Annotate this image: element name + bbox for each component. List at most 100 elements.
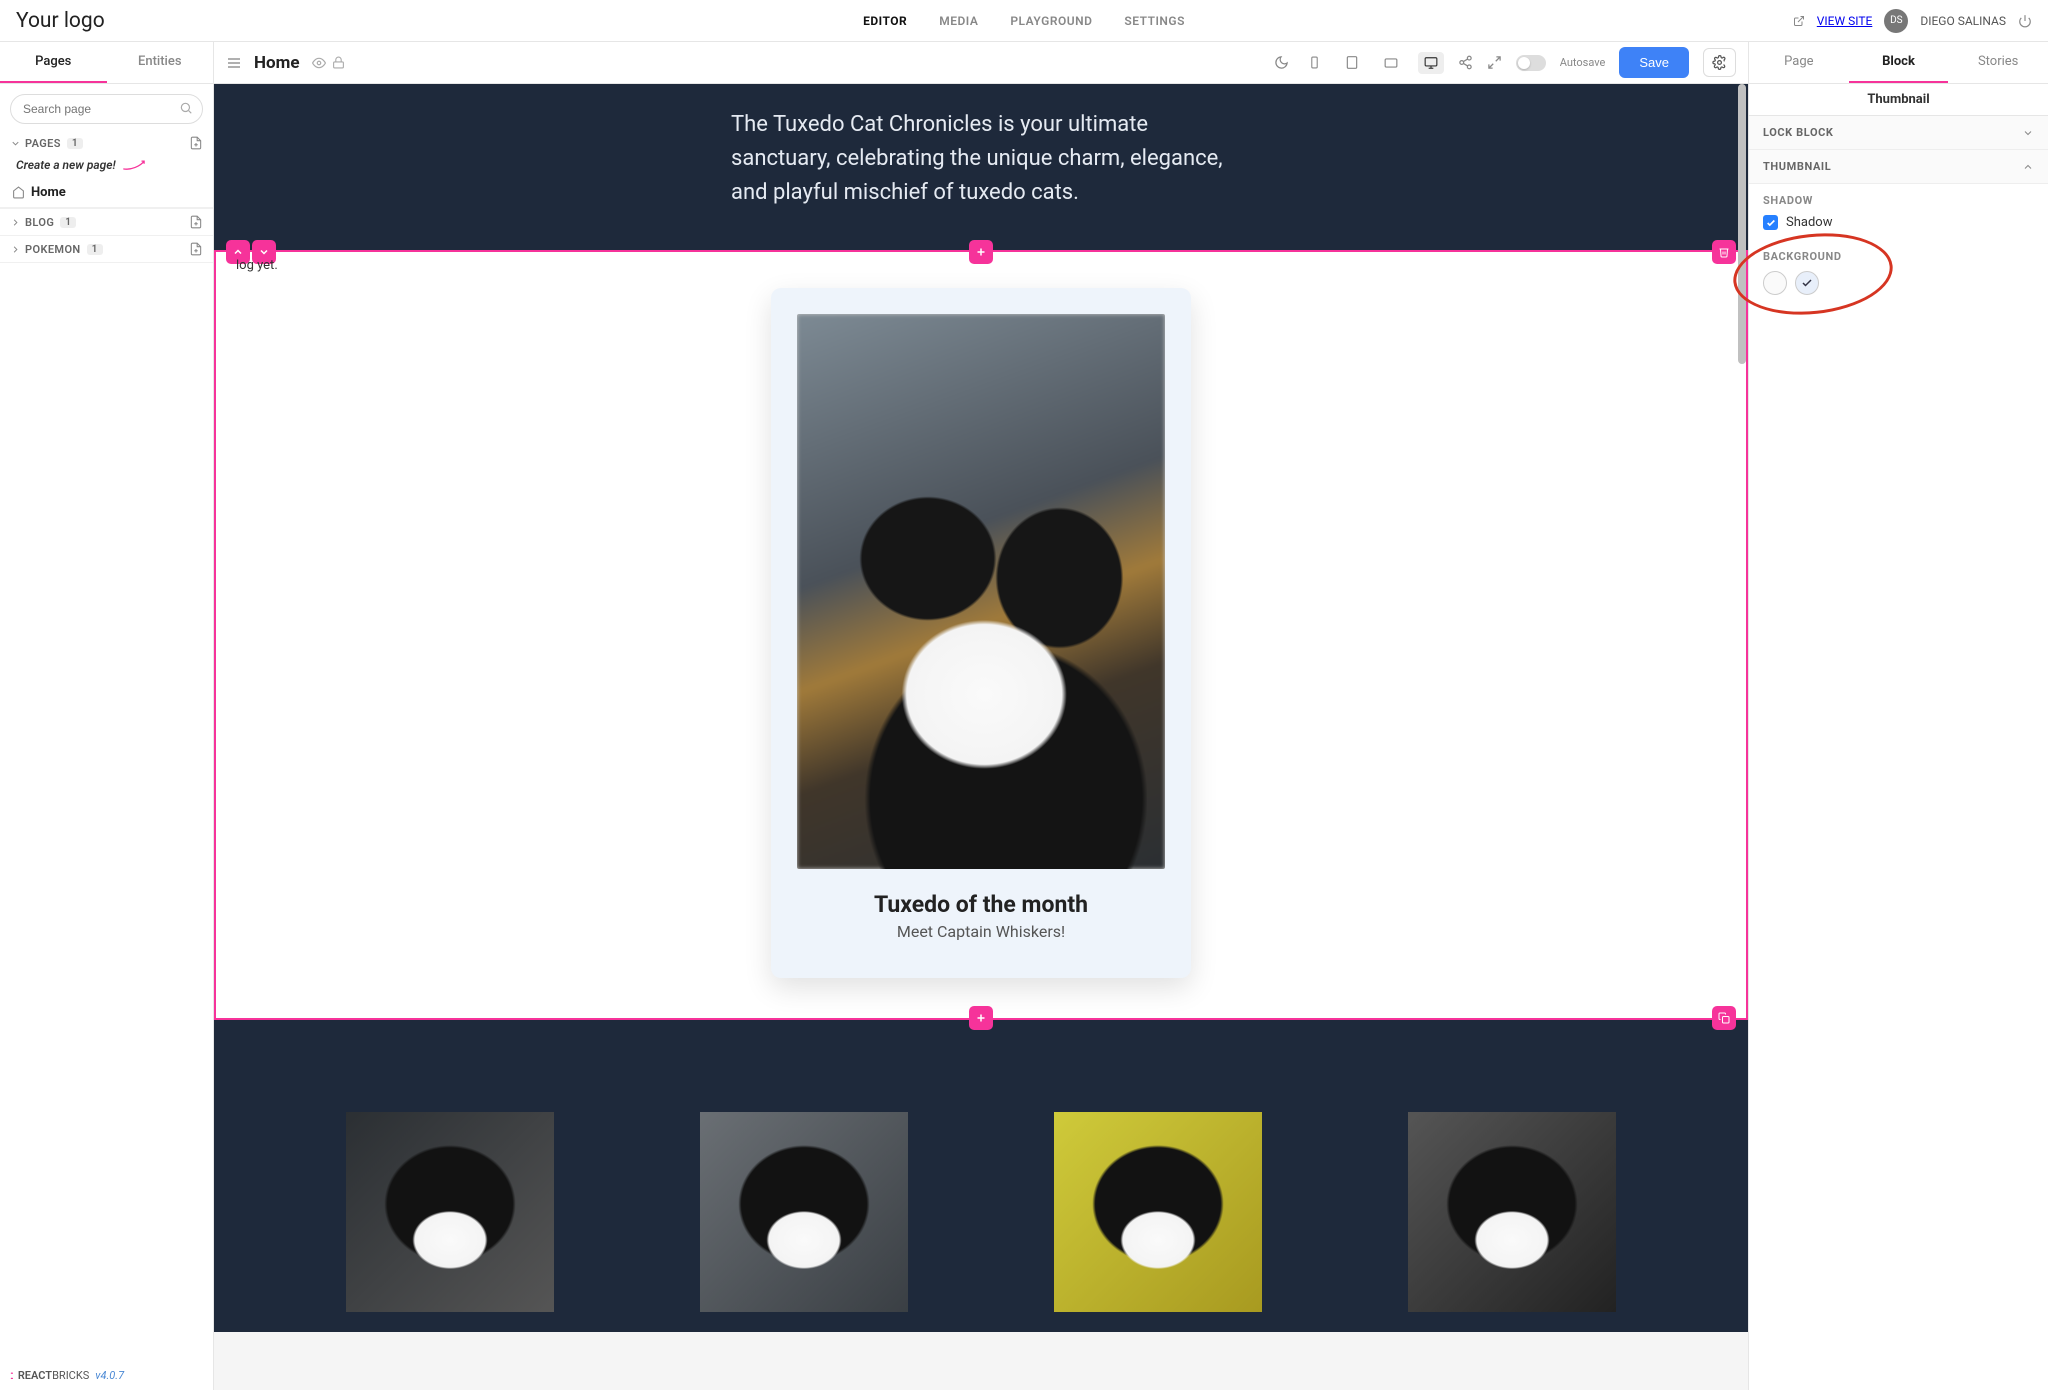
thumbnail-card[interactable]: Tuxedo of the month Meet Captain Whisker… xyxy=(771,288,1191,978)
footer-brand1: REACT xyxy=(18,1369,52,1382)
menu-icon[interactable] xyxy=(226,55,242,71)
accordion-lock-label: LOCK BLOCK xyxy=(1763,126,1834,139)
moon-icon[interactable] xyxy=(1274,55,1289,70)
blog-count: 1 xyxy=(60,217,76,228)
gallery-block[interactable] xyxy=(214,1020,1748,1332)
topbar: Your logo EDITOR MEDIA PLAYGROUND SETTIN… xyxy=(0,0,2048,42)
hero-block[interactable]: The Tuxedo Cat Chronicles is your ultima… xyxy=(214,84,1748,250)
tree-group-blog: BLOG 1 xyxy=(0,209,213,236)
chevron-up-icon xyxy=(2022,161,2034,173)
bg-option-light[interactable] xyxy=(1795,271,1819,295)
tree-item-home-label: Home xyxy=(31,185,66,200)
delete-block-button[interactable] xyxy=(1712,240,1736,264)
tree-label-blog: BLOG xyxy=(25,216,54,229)
nav-settings[interactable]: SETTINGS xyxy=(1124,14,1185,28)
accordion-lock[interactable]: LOCK BLOCK xyxy=(1749,116,2048,150)
top-nav: EDITOR MEDIA PLAYGROUND SETTINGS xyxy=(863,14,1185,28)
device-desktop-icon[interactable] xyxy=(1418,52,1444,74)
shadow-checkbox-row[interactable]: Shadow xyxy=(1763,215,2034,230)
background-options xyxy=(1763,271,2034,295)
create-page-hint[interactable]: Create a new page! xyxy=(0,156,213,178)
view-site-link[interactable]: VIEW SITE xyxy=(1817,14,1873,28)
gallery-image-2[interactable] xyxy=(700,1112,908,1312)
gallery-image-4[interactable] xyxy=(1408,1112,1616,1312)
gallery-image-1[interactable] xyxy=(346,1112,554,1312)
add-block-above-button[interactable] xyxy=(969,240,993,264)
block-type-label: Thumbnail xyxy=(1749,84,2048,116)
tree-head-pages[interactable]: PAGES 1 xyxy=(0,130,213,156)
add-page-icon[interactable] xyxy=(189,136,203,150)
tree-head-pokemon[interactable]: POKEMON 1 xyxy=(0,236,213,262)
brand-dots-icon: :: xyxy=(10,1368,12,1382)
scrollbar[interactable] xyxy=(1738,84,1746,1390)
page-toolbar: Home xyxy=(214,42,1748,84)
chevron-down-icon xyxy=(10,138,21,149)
device-tablet-landscape-icon[interactable] xyxy=(1378,52,1404,74)
canvas-scroll[interactable]: The Tuxedo Cat Chronicles is your ultima… xyxy=(214,84,1748,1390)
thumbnail-title[interactable]: Tuxedo of the month xyxy=(797,891,1165,918)
toolbar-right: Autosave Save xyxy=(1274,47,1736,78)
lock-icon[interactable] xyxy=(332,56,345,70)
thumbnail-block[interactable]: log yet. Tuxedo of the month Meet Captai… xyxy=(214,250,1748,1020)
device-phone-icon[interactable] xyxy=(1303,51,1326,74)
search-wrap xyxy=(10,94,203,124)
expand-icon[interactable] xyxy=(1487,55,1502,70)
avatar[interactable]: DS xyxy=(1884,9,1908,33)
tab-block[interactable]: Block xyxy=(1849,42,1949,83)
thumbnail-subtitle[interactable]: Meet Captain Whiskers! xyxy=(797,922,1165,941)
eye-icon[interactable] xyxy=(312,56,326,70)
footer-version-text: v4.0.7 xyxy=(95,1369,124,1382)
tab-page[interactable]: Page xyxy=(1749,42,1849,83)
logo: Your logo xyxy=(16,9,105,33)
search-icon xyxy=(179,101,193,115)
checkbox-checked-icon[interactable] xyxy=(1763,215,1778,230)
tree-item-home[interactable]: Home xyxy=(0,178,213,208)
duplicate-block-button[interactable] xyxy=(1712,1006,1736,1030)
nav-editor[interactable]: EDITOR xyxy=(863,14,907,28)
share-icon[interactable] xyxy=(1458,55,1473,70)
main-shell: Pages Entities PAGES 1 xyxy=(0,42,2048,1390)
tree-head-blog[interactable]: BLOG 1 xyxy=(0,209,213,235)
pages-count: 1 xyxy=(67,138,83,149)
page-title: Home xyxy=(254,53,300,73)
accordion-thumbnail-label: THUMBNAIL xyxy=(1763,160,1831,173)
add-block-below-button[interactable] xyxy=(969,1006,993,1030)
gallery-image-3[interactable] xyxy=(1054,1112,1262,1312)
power-icon[interactable] xyxy=(2018,14,2032,28)
chevron-right-icon xyxy=(10,217,21,228)
center-column: Home xyxy=(214,42,1748,1390)
nav-media[interactable]: MEDIA xyxy=(939,14,978,28)
gear-icon[interactable] xyxy=(1703,48,1736,77)
prop-group-background: BACKGROUND xyxy=(1749,240,2048,305)
tree-label-pages: PAGES xyxy=(25,137,61,150)
tree-group-pages: PAGES 1 Create a new page! Ho xyxy=(0,130,213,209)
noblog-text: log yet. xyxy=(236,258,278,273)
tab-pages[interactable]: Pages xyxy=(0,42,107,83)
shadow-label: Shadow xyxy=(1786,215,1832,230)
autosave-toggle[interactable] xyxy=(1516,55,1546,71)
search-input[interactable] xyxy=(10,94,203,124)
add-pokemon-icon[interactable] xyxy=(189,242,203,256)
device-tablet-icon[interactable] xyxy=(1340,51,1364,74)
save-button[interactable]: Save xyxy=(1619,47,1689,78)
nav-playground[interactable]: PLAYGROUND xyxy=(1010,14,1092,28)
canvas: The Tuxedo Cat Chronicles is your ultima… xyxy=(214,84,1748,1332)
thumbnail-image[interactable] xyxy=(797,314,1165,869)
right-panel: Page Block Stories Thumbnail LOCK BLOCK … xyxy=(1748,42,2048,1390)
tab-entities[interactable]: Entities xyxy=(107,42,214,83)
prop-group-shadow: SHADOW Shadow xyxy=(1749,184,2048,240)
tab-stories[interactable]: Stories xyxy=(1948,42,2048,83)
home-icon xyxy=(12,186,25,199)
footer-version: :: REACTBRICKS v4.0.7 xyxy=(10,1368,124,1382)
chevron-right-icon xyxy=(10,244,21,255)
right-tabs: Page Block Stories xyxy=(1749,42,2048,84)
chevron-down-icon xyxy=(2022,127,2034,139)
hero-text[interactable]: The Tuxedo Cat Chronicles is your ultima… xyxy=(731,108,1231,210)
external-link-icon xyxy=(1793,15,1805,27)
bg-option-white[interactable] xyxy=(1763,271,1787,295)
pokemon-count: 1 xyxy=(87,244,103,255)
accordion-thumbnail[interactable]: THUMBNAIL xyxy=(1749,150,2048,184)
footer-brand2: BRICKS xyxy=(52,1369,89,1382)
add-blog-icon[interactable] xyxy=(189,215,203,229)
left-panel: Pages Entities PAGES 1 xyxy=(0,42,214,1390)
